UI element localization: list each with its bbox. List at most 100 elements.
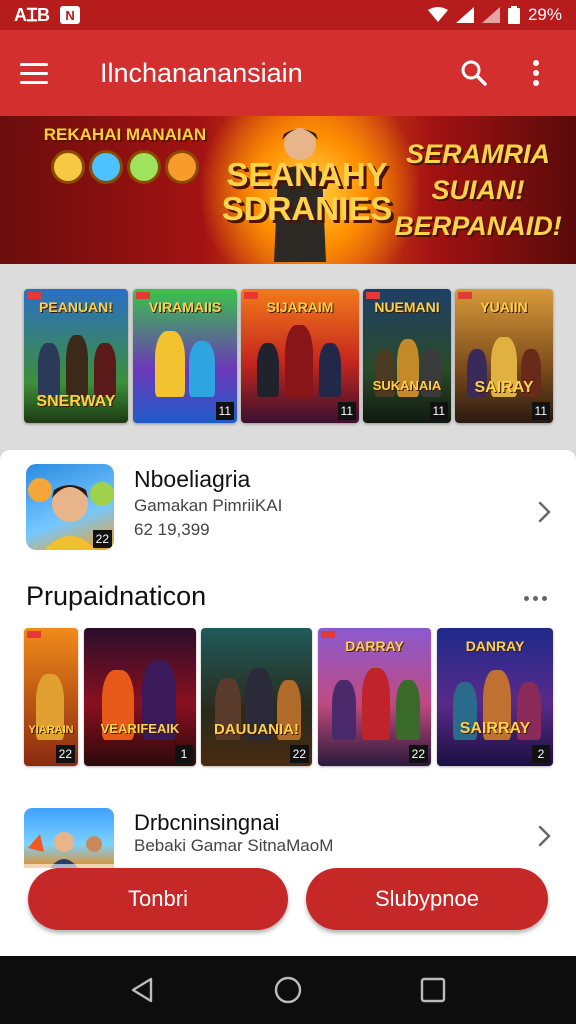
tile-title: DARRAY	[345, 638, 404, 654]
tile-title: DANRAY	[465, 638, 525, 654]
poster-tag	[244, 292, 258, 299]
tile-figure	[362, 668, 390, 740]
tile-number: 22	[289, 745, 309, 763]
poster-carousel[interactable]: PEANUAN! SNERWAY VIRAMAIIS 11 SIJARAIM 1…	[0, 264, 576, 450]
poster-figure	[38, 343, 60, 397]
app-count: 62 19,399	[134, 520, 210, 539]
poster-title: YUAIIN	[480, 299, 528, 315]
poster-title: SIJARAIM	[266, 299, 334, 315]
poster-bottom-text: SUKANAIA	[372, 378, 442, 393]
coin-icon	[89, 150, 123, 184]
featured-app-row[interactable]: 22 Nboeliagria Gamakan PimriiKAI 62 19,3…	[0, 462, 576, 554]
coin-icon	[51, 150, 85, 184]
section-title: Prupaidnaticon	[26, 581, 207, 611]
app-actions	[454, 53, 556, 93]
poster-number: 11	[429, 402, 448, 420]
app-title: Ilnchananansiain	[100, 57, 303, 88]
chevron-right-icon[interactable]	[532, 824, 556, 848]
hero-left: REKAHAI MANAIAN	[40, 126, 210, 184]
app-thumbnail: 22	[26, 464, 114, 550]
tile-number: 22	[408, 745, 428, 763]
poster-number: 11	[337, 402, 356, 420]
game-tile[interactable]: YIARAIN 22	[24, 628, 78, 766]
poster-figure	[189, 341, 215, 397]
tile-bottom-text: SAIRRAY	[459, 720, 531, 737]
hero-left-text: REKAHAI MANAIAN	[43, 125, 207, 144]
battery-icon	[507, 6, 520, 24]
poster-tag	[27, 292, 41, 299]
status-right: 29%	[427, 5, 562, 25]
game-tile[interactable]: DANRAY SAIRRAY 2	[437, 628, 553, 766]
poster-tag	[366, 292, 380, 299]
game-tile[interactable]: DARRAY 22	[318, 628, 431, 766]
poster-title: VIRAMAIIS	[148, 299, 222, 315]
menu-icon[interactable]	[20, 54, 58, 92]
coin-icon	[165, 150, 199, 184]
second-app-row[interactable]: Drbcninsingnai Bebaki Gamar SitnaMaoM	[0, 806, 576, 868]
poster-card[interactable]: SIJARAIM 11	[241, 289, 359, 423]
poster-tag	[458, 292, 472, 299]
tile-bottom-text: DAUUANIA!	[214, 721, 299, 738]
status-bar: AꞮB N 29%	[0, 0, 576, 30]
poster-number: 11	[531, 402, 550, 420]
tile-tag	[27, 631, 41, 638]
coin-icon	[127, 150, 161, 184]
carrier-label: AꞮB	[14, 5, 51, 25]
poster-figure	[66, 335, 88, 397]
poster-figure	[285, 325, 313, 397]
game-tile[interactable]: VEARIFEAIK 1	[84, 628, 196, 766]
app-badge: 22	[92, 530, 112, 548]
action-button-row: Tonbri Slubypnoe	[0, 864, 576, 956]
app-subtitle: Bebaki Gamar SitnaMaoM	[134, 836, 334, 855]
wifi-icon	[427, 7, 448, 22]
hero-coins	[40, 150, 210, 184]
tile-figure	[396, 680, 420, 740]
poster-tag	[136, 292, 150, 299]
system-nav-bar	[0, 956, 576, 1024]
game-tile[interactable]: DAUUANIA! 22	[201, 628, 312, 766]
poster-card[interactable]: YUAIIN SAIRAY 11	[455, 289, 553, 423]
poster-figure	[319, 343, 341, 397]
home-icon[interactable]	[268, 970, 308, 1010]
chevron-right-icon[interactable]	[532, 500, 556, 524]
poster-number: 11	[215, 402, 234, 420]
poster-bottom-text: SAIRAY	[474, 379, 534, 396]
hero-center-text: SEANAHY SDRANIES	[221, 156, 393, 227]
app-name: Nboeliagria	[134, 466, 251, 492]
poster-title: PEANUAN!	[39, 299, 113, 315]
tile-row[interactable]: YIARAIN 22 VEARIFEAIK 1 DAUUANIA! 22 DAR…	[0, 626, 576, 768]
app-thumbnail-art	[28, 832, 102, 868]
hero-right-text: SERAMRIA SUIAN! BERPANAID!	[394, 139, 562, 241]
poster-card[interactable]: PEANUAN! SNERWAY	[24, 289, 128, 423]
tile-bottom-text: VEARIFEAIK	[100, 721, 180, 736]
notification-badge: N	[60, 6, 81, 24]
hero-banner[interactable]: REKAHAI MANAIAN SEANAHY SDRANIES SERAMRI…	[0, 116, 576, 264]
poster-figure	[155, 331, 185, 397]
app-subtitle: Gamakan PimriiKAI	[134, 496, 283, 515]
tile-number: 2	[532, 745, 550, 763]
tile-tag	[321, 631, 335, 638]
poster-title: NUEMANI	[374, 299, 440, 315]
signal-icon	[455, 7, 474, 23]
poster-figure	[94, 343, 116, 397]
right-action-button[interactable]: Slubypnoe	[306, 868, 548, 930]
status-left: AꞮB N	[14, 3, 81, 27]
overflow-menu-icon[interactable]	[516, 53, 556, 93]
app-bar: Ilnchananansiain	[0, 30, 576, 116]
search-icon[interactable]	[454, 53, 494, 93]
left-action-button[interactable]: Tonbri	[28, 868, 288, 930]
signal-icon-2	[481, 7, 500, 23]
poster-card[interactable]: NUEMANI SUKANAIA 11	[363, 289, 451, 423]
poster-bottom-text: SNERWAY	[36, 393, 116, 410]
poster-card[interactable]: VIRAMAIIS 11	[133, 289, 237, 423]
recents-icon[interactable]	[413, 970, 453, 1010]
tile-figure	[332, 680, 356, 740]
battery-label: 29%	[527, 5, 562, 24]
content-card: 22 Nboeliagria Gamakan PimriiKAI 62 19,3…	[0, 450, 576, 956]
app-thumbnail	[24, 808, 114, 868]
more-icon[interactable]	[524, 590, 554, 606]
tile-bottom-text: YIARAIN	[28, 724, 74, 736]
tile-number: 1	[175, 745, 193, 763]
back-icon[interactable]	[123, 970, 163, 1010]
poster-figure	[257, 343, 279, 397]
